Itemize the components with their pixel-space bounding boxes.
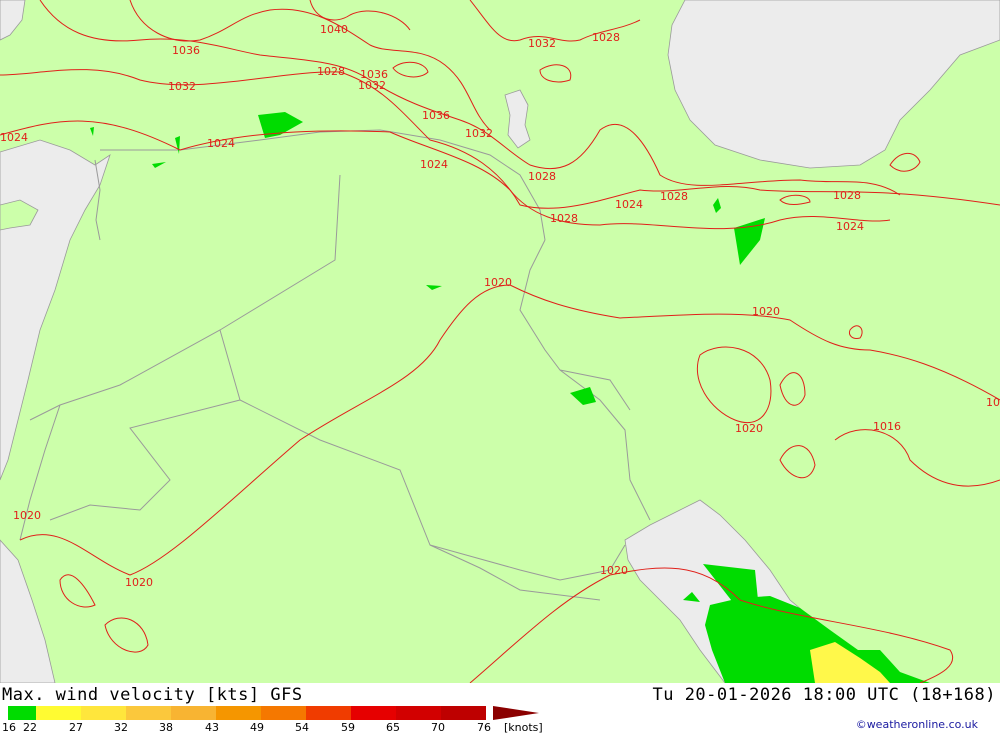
legend-tick: 22: [23, 721, 37, 734]
legend-tick: 16: [2, 721, 16, 734]
isobar-label: 1032: [465, 127, 493, 140]
legend-tick: 59: [341, 721, 355, 734]
legend-tick: 54: [295, 721, 309, 734]
legend-tick: 32: [114, 721, 128, 734]
isobar-label: 10: [986, 396, 1000, 409]
isobar-label: 1024: [420, 158, 448, 171]
forecast-time: Tu 20-01-2026 18:00 UTC (18+168): [652, 685, 996, 705]
isobar-label: 1032: [528, 37, 556, 50]
isobar-label: 1036: [172, 44, 200, 57]
legend-swatch: [81, 706, 126, 720]
isobar-label: 1028: [833, 189, 861, 202]
map-footer: Max. wind velocity [kts] GFS Tu 20-01-20…: [0, 683, 1000, 734]
isobar-label: 1028: [550, 212, 578, 225]
legend-tick: 27: [69, 721, 83, 734]
legend-arrow: [493, 706, 539, 720]
legend-tick: 38: [159, 721, 173, 734]
isobar-label: 1024: [836, 220, 864, 233]
legend-tick: 49: [250, 721, 264, 734]
isobar-label: 1024: [615, 198, 643, 211]
weather-map: 1040 1036 1036 1036 1032 1032 1032 1032 …: [0, 0, 1000, 683]
legend-swatch: [36, 706, 81, 720]
map-title: Max. wind velocity [kts] GFS: [2, 685, 303, 705]
legend-swatch: [441, 706, 486, 720]
isobar-label: 1016: [873, 420, 901, 433]
legend-tick: 43: [205, 721, 219, 734]
legend-tick: 76: [477, 721, 491, 734]
legend-swatch: [351, 706, 396, 720]
isobar-label: 1028: [317, 65, 345, 78]
isobar-label: 1024: [0, 131, 28, 144]
isobar-label: 1040: [320, 23, 348, 36]
isobar-label: 1028: [528, 170, 556, 183]
legend-unit: [knots]: [504, 721, 543, 734]
isobar-label: 1020: [13, 509, 41, 522]
isobar-label: 1020: [600, 564, 628, 577]
isobar-label: 1028: [592, 31, 620, 44]
isobar-label: 1032: [168, 80, 196, 93]
isobar-label: 1020: [752, 305, 780, 318]
legend-swatch: [171, 706, 216, 720]
legend-tick: 65: [386, 721, 400, 734]
credit-link[interactable]: ©weatheronline.co.uk: [856, 718, 978, 731]
legend-swatch: [306, 706, 351, 720]
legend-swatch: [8, 706, 36, 720]
isobar-label: 1020: [484, 276, 512, 289]
isobar-label: 1020: [735, 422, 763, 435]
isobar-label: 1020: [125, 576, 153, 589]
isobar-label: 1036: [422, 109, 450, 122]
isobar-label: 1028: [660, 190, 688, 203]
legend-swatch: [126, 706, 171, 720]
legend-swatch: [261, 706, 306, 720]
isobar-label: 1032: [358, 79, 386, 92]
isobar-label: 1024: [207, 137, 235, 150]
legend-swatch: [216, 706, 261, 720]
legend-swatch: [396, 706, 441, 720]
legend-tick: 70: [431, 721, 445, 734]
wind-speed-legend: [8, 706, 486, 720]
